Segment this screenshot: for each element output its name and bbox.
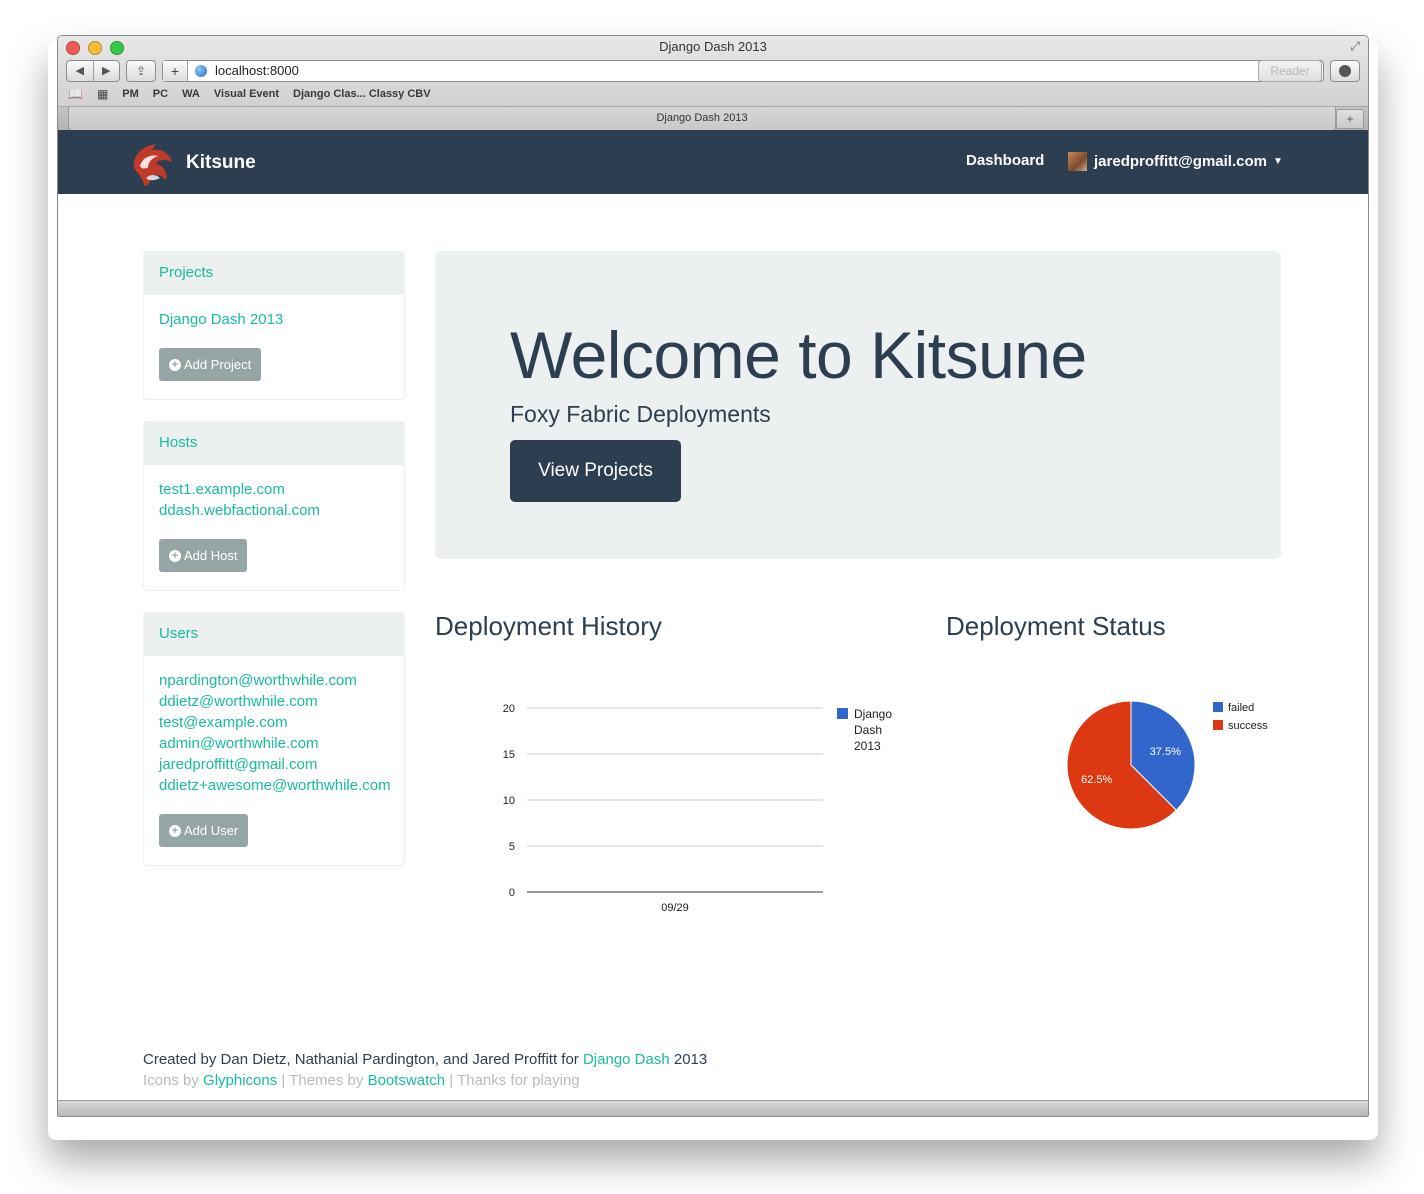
bookmark-item[interactable]: WA (182, 88, 200, 100)
y-tick-label: 20 (503, 703, 515, 715)
bookmark-item[interactable]: PM (122, 88, 139, 100)
host-link[interactable]: test1.example.com (159, 479, 389, 500)
user-link[interactable]: admin@worthwhile.com (159, 733, 389, 754)
add-project-button[interactable]: + Add Project (159, 348, 262, 381)
tab-django-dash[interactable]: Django Dash 2013 (68, 107, 1336, 131)
themes-by-text: | Themes by (277, 1072, 368, 1089)
caret-down-icon: ▼ (1272, 156, 1283, 167)
projects-panel-title: Projects (144, 252, 404, 295)
host-link[interactable]: ddash.webfactional.com (159, 500, 389, 521)
project-link[interactable]: Django Dash 2013 (159, 309, 389, 330)
users-panel-title: Users (144, 613, 404, 656)
user-menu[interactable]: jaredproffitt@gmail.com ▼ (1068, 152, 1283, 171)
django-dash-link[interactable]: Django Dash (583, 1051, 670, 1068)
reading-list-icon[interactable]: 📖 (68, 87, 83, 101)
page-content: Kitsune Dashboard jaredproffitt@gmail.co… (58, 130, 1368, 1116)
user-link[interactable]: jaredproffitt@gmail.com (159, 754, 389, 775)
address-bar[interactable]: + localhost:8000 ↻ (162, 60, 1324, 82)
footer-credits-prefix: Created by Dan Dietz, Nathanial Pardingt… (143, 1051, 583, 1068)
brand[interactable]: Kitsune (126, 138, 256, 188)
user-link[interactable]: npardington@worthwhile.com (159, 670, 389, 691)
pie-label: 37.5% (1150, 746, 1181, 758)
globe-icon (195, 65, 207, 77)
legend-swatch (1213, 720, 1223, 730)
add-user-label: Add User (184, 823, 239, 838)
user-email: jaredproffitt@gmail.com (1094, 153, 1267, 170)
y-tick-label: 0 (509, 887, 515, 899)
browser-chrome: Django Dash 2013 ⤢ ◀ ▶ ⇪ + localhost:800… (58, 36, 1368, 131)
legend-swatch (1213, 702, 1223, 712)
window-title: Django Dash 2013 (659, 39, 767, 54)
hosts-panel-title: Hosts (144, 422, 404, 465)
plus-circle-icon: + (169, 549, 181, 562)
bookmark-item[interactable]: Visual Event (214, 88, 279, 100)
add-host-button[interactable]: + Add Host (159, 539, 248, 572)
forward-button[interactable]: ▶ (94, 61, 120, 81)
deployment-history-chart: 0 5 10 15 20 09/29 Django Dash 2013 (503, 703, 893, 914)
users-panel: Users npardington@worthwhile.com ddietz@… (143, 612, 405, 866)
projects-panel: Projects Django Dash 2013 + Add Project (143, 251, 405, 400)
y-tick-label: 10 (503, 795, 515, 807)
add-bookmark-button[interactable]: + (163, 61, 188, 81)
download-icon (1339, 65, 1351, 77)
top-navbar: Kitsune Dashboard jaredproffitt@gmail.co… (58, 130, 1368, 194)
top-sites-icon[interactable]: ▦ (97, 87, 108, 101)
user-link[interactable]: ddietz+awesome@worthwhile.com (159, 775, 391, 796)
footer-links: Icons by Glyphicons | Themes by Bootswat… (143, 1072, 580, 1089)
bookmarks-bar: 📖 ▦ PM PC WA Visual Event Django Clas...… (68, 86, 431, 102)
reader-button[interactable]: Reader (1258, 60, 1322, 82)
bookmark-item[interactable]: PC (153, 88, 168, 100)
fox-logo-icon (133, 144, 172, 186)
bookmark-item[interactable]: Django Clas... Classy CBV (293, 88, 431, 100)
user-link[interactable]: test@example.com (159, 712, 389, 733)
user-link[interactable]: ddietz@worthwhile.com (159, 691, 389, 712)
downloads-button[interactable] (1330, 60, 1360, 82)
legend-swatch (837, 708, 848, 719)
tab-bar: Django Dash 2013 + (58, 106, 1368, 131)
y-tick-label: 5 (509, 841, 515, 853)
add-user-button[interactable]: + Add User (159, 814, 249, 847)
back-button[interactable]: ◀ (67, 61, 94, 81)
legend-label: success (1228, 720, 1268, 732)
url-text[interactable]: localhost:8000 (215, 61, 299, 81)
back-forward-buttons: ◀ ▶ (66, 60, 120, 82)
add-host-label: Add Host (184, 548, 238, 563)
history-title: Deployment History (435, 611, 662, 641)
add-project-label: Add Project (184, 357, 252, 372)
jumbotron: Welcome to Kitsune Foxy Fabric Deploymen… (435, 251, 1281, 559)
plus-circle-icon: + (169, 358, 181, 371)
thanks-text: | Thanks for playing (445, 1072, 580, 1089)
x-tick-label: 09/29 (661, 902, 689, 914)
share-button[interactable]: ⇪ (126, 60, 156, 82)
fullscreen-icon[interactable]: ⤢ (1350, 39, 1360, 54)
deployment-status-chart: 37.5% 62.5% failed success (1066, 700, 1268, 830)
hosts-panel: Hosts test1.example.com ddash.webfaction… (143, 421, 405, 591)
y-tick-label: 15 (503, 749, 515, 761)
icons-by-text: Icons by (143, 1072, 204, 1089)
pie-label: 62.5% (1081, 774, 1112, 786)
jumbotron-title: Welcome to Kitsune (510, 318, 1087, 392)
view-projects-button[interactable]: View Projects (510, 440, 681, 502)
avatar (1068, 152, 1087, 171)
nav-dashboard-link[interactable]: Dashboard (966, 152, 1044, 169)
brand-name: Kitsune (186, 152, 256, 173)
browser-status-bar (58, 1100, 1368, 1116)
jumbotron-subtitle: Foxy Fabric Deployments (510, 401, 771, 427)
footer-credits: Created by Dan Dietz, Nathanial Pardingt… (143, 1051, 707, 1068)
legend-label: failed (1228, 702, 1254, 714)
browser-window: Django Dash 2013 ⤢ ◀ ▶ ⇪ + localhost:800… (57, 35, 1369, 1117)
status-title: Deployment Status (946, 611, 1166, 641)
plus-circle-icon: + (169, 824, 181, 837)
glyphicons-link[interactable]: Glyphicons (203, 1072, 277, 1089)
bootswatch-link[interactable]: Bootswatch (368, 1072, 446, 1089)
footer-credits-suffix: 2013 (669, 1051, 708, 1068)
new-tab-button[interactable]: + (1336, 109, 1364, 129)
legend-label: Django Dash 2013 (854, 707, 892, 753)
